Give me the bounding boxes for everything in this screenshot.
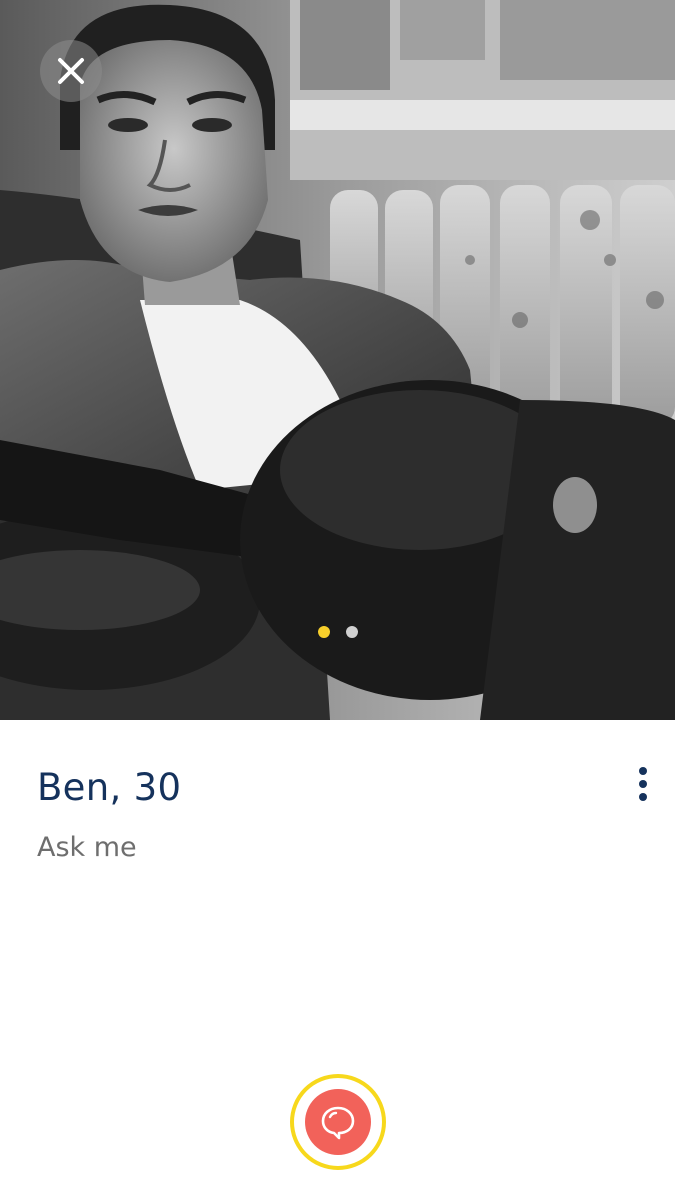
profile-photo-image: [0, 0, 675, 720]
pagination-dot-1[interactable]: [317, 626, 330, 638]
pagination-dot-2[interactable]: [345, 626, 358, 638]
more-vertical-icon: [639, 767, 647, 775]
photo-pagination: [0, 626, 675, 638]
close-button[interactable]: [40, 40, 102, 102]
profile-screen: Ben, 30 Ask me: [0, 0, 675, 1200]
close-icon: [58, 58, 84, 84]
profile-status: Ask me: [37, 832, 137, 863]
profile-name-age: Ben, 30: [37, 766, 182, 809]
profile-photo[interactable]: [0, 0, 675, 720]
chat-button[interactable]: [290, 1074, 386, 1170]
chat-bubble-icon: [321, 1106, 355, 1140]
more-options-button[interactable]: [624, 764, 662, 804]
